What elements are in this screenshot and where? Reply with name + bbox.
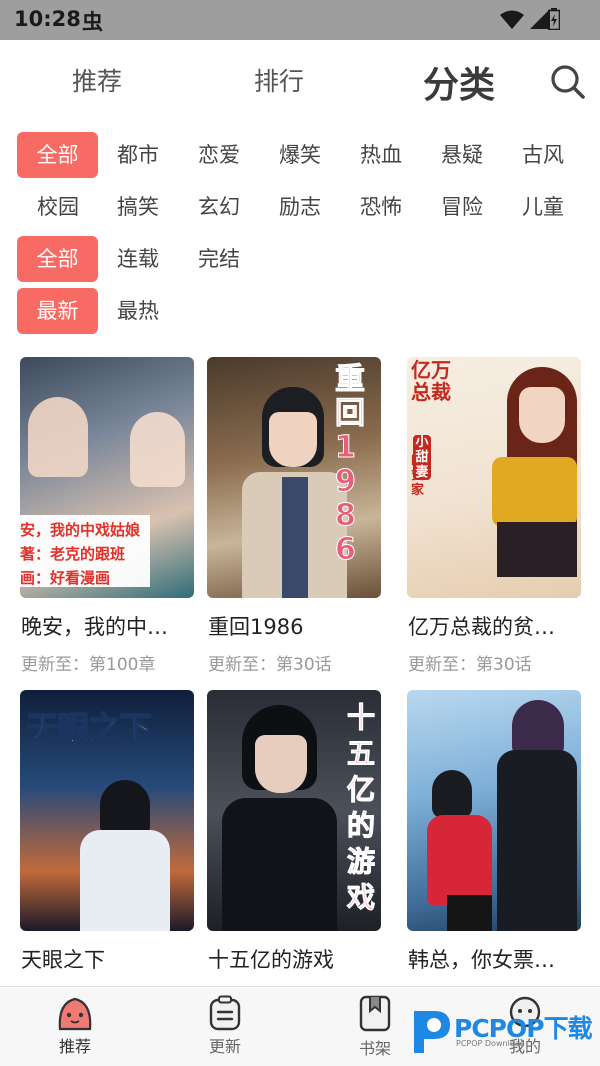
top-nav: 推荐 排行 分类 xyxy=(0,40,600,126)
debug-bug-icon: 虫 xyxy=(82,10,103,34)
comic-cover-image: 安，我的中戏姑娘 著：老克的跟班 画：好看漫画 xyxy=(20,357,194,598)
genre-chip[interactable]: 励志 xyxy=(279,184,321,230)
sort-chip-newest[interactable]: 最新 xyxy=(17,288,98,334)
status-chip-serializing[interactable]: 连载 xyxy=(117,236,159,282)
pcpop-watermark-logo: PCPOP下载 PCPOP Download xyxy=(408,1003,598,1059)
genre-chip[interactable]: 都市 xyxy=(117,132,159,178)
genre-chip[interactable]: 悬疑 xyxy=(441,132,483,178)
cover-text: 十五亿的游戏 xyxy=(347,701,376,915)
cover-text: 重回1986 xyxy=(335,362,366,567)
comic-cover-image xyxy=(407,690,581,931)
genre-chip[interactable]: 古风 xyxy=(522,132,564,178)
pet-face-icon xyxy=(58,997,92,1031)
genre-chip[interactable]: 恋爱 xyxy=(198,132,240,178)
comic-title: 十五亿的游戏 xyxy=(208,948,334,972)
comic-card[interactable]: 亿万总裁 的贫家 小甜妻 亿万总裁的贫… 更新至：第30话 xyxy=(407,357,581,675)
comic-card[interactable]: 天眼之下 天眼之下 xyxy=(20,690,194,972)
genre-chip[interactable]: 爆笑 xyxy=(279,132,321,178)
sort-filter-row: 最新 最热 xyxy=(17,288,217,334)
tab-category[interactable]: 分类 xyxy=(423,56,495,108)
comic-cover-image: 天眼之下 xyxy=(20,690,194,931)
tab-recommend[interactable]: 推荐 xyxy=(72,62,122,98)
status-bar: 10:28 虫 xyxy=(0,0,600,40)
cover-text: 著：老克的跟班 xyxy=(20,545,126,563)
tab-ranking[interactable]: 排行 xyxy=(254,62,304,98)
genre-chip[interactable]: 校园 xyxy=(37,184,79,230)
comic-card[interactable]: 韩总，你女票… xyxy=(407,690,581,972)
sort-chip-hottest[interactable]: 最热 xyxy=(117,288,159,334)
genre-filter-row-2: 校园 搞笑 玄幻 励志 恐怖 冒险 儿童 xyxy=(17,184,587,230)
bottom-tab-update[interactable]: 更新 xyxy=(185,995,265,1057)
watermark-subtitle: PCPOP Download xyxy=(456,1039,525,1048)
genre-chip[interactable]: 恐怖 xyxy=(360,184,402,230)
genre-chip[interactable]: 儿童 xyxy=(522,184,564,230)
genre-filter-row-1: 全部 都市 恋爱 爆笑 热血 悬疑 古风 xyxy=(17,132,587,178)
comic-cover-image: 重回1986 xyxy=(207,357,381,598)
pcpop-logo-icon xyxy=(414,1011,450,1053)
comic-card[interactable]: 十五亿的游戏 十五亿的游戏 xyxy=(207,690,381,972)
status-chip-completed[interactable]: 完结 xyxy=(198,236,240,282)
cover-text: 天眼之下 xyxy=(25,708,153,749)
comic-update-status: 更新至：第100章 xyxy=(21,655,156,675)
genre-chip[interactable]: 搞笑 xyxy=(117,184,159,230)
cover-text: 亿万总裁 xyxy=(411,358,451,404)
comic-cover-image: 亿万总裁 的贫家 小甜妻 xyxy=(407,357,581,598)
comic-title: 晚安，我的中… xyxy=(21,615,168,639)
comic-cover-image: 十五亿的游戏 xyxy=(207,690,381,931)
status-time: 10:28 xyxy=(14,7,81,31)
genre-chip-all[interactable]: 全部 xyxy=(17,132,98,178)
cover-text: 画：好看漫画 xyxy=(20,569,111,587)
comic-card[interactable]: 重回1986 重回1986 更新至：第30话 xyxy=(207,357,381,675)
cover-text: 小甜妻 xyxy=(413,435,431,480)
bookmark-book-icon xyxy=(359,995,391,1032)
comic-card[interactable]: 安，我的中戏姑娘 著：老克的跟班 画：好看漫画 晚安，我的中… 更新至：第100… xyxy=(20,357,194,675)
bottom-tab-bookshelf[interactable]: 书架 xyxy=(335,995,415,1059)
battery-icon xyxy=(548,8,560,30)
bottom-tab-label: 更新 xyxy=(208,1037,241,1056)
comic-update-status: 更新至：第30话 xyxy=(208,655,332,675)
genre-chip[interactable]: 热血 xyxy=(360,132,402,178)
status-filter-row: 全部 连载 完结 xyxy=(17,236,317,282)
bottom-tab-label: 书架 xyxy=(358,1039,391,1058)
comic-title: 天眼之下 xyxy=(21,948,105,972)
comic-update-status: 更新至：第30话 xyxy=(408,655,532,675)
bottom-tab-recommend[interactable]: 推荐 xyxy=(35,995,115,1057)
comic-title: 亿万总裁的贫… xyxy=(408,615,555,639)
wifi-signal-icon xyxy=(500,9,550,29)
comic-title: 韩总，你女票… xyxy=(408,948,555,972)
clipboard-icon xyxy=(209,995,241,1031)
genre-chip[interactable]: 冒险 xyxy=(441,184,483,230)
comic-title: 重回1986 xyxy=(208,615,304,639)
bottom-tab-label: 推荐 xyxy=(58,1037,91,1056)
cover-text: 安，我的中戏姑娘 xyxy=(20,521,141,539)
search-icon[interactable] xyxy=(550,64,586,100)
status-chip-all[interactable]: 全部 xyxy=(17,236,98,282)
genre-chip[interactable]: 玄幻 xyxy=(198,184,240,230)
